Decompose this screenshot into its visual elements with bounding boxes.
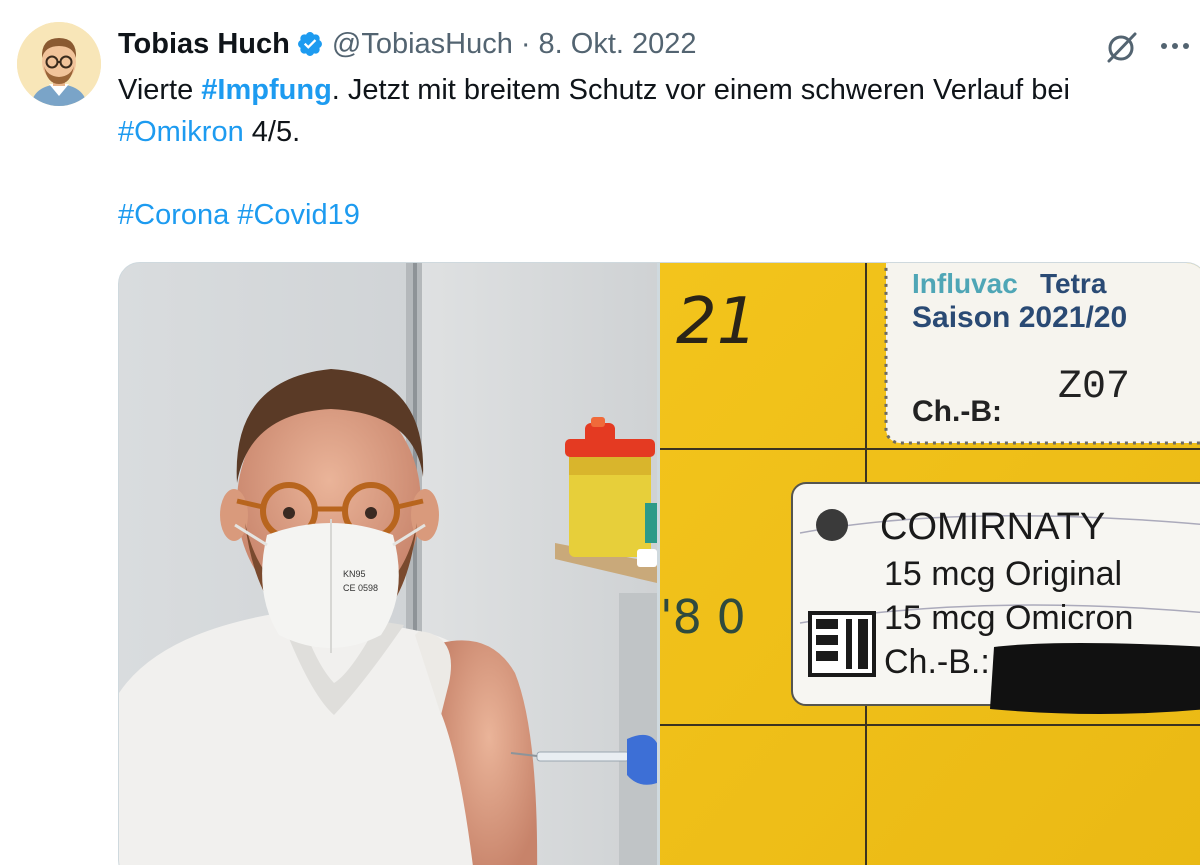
handwritten-number-top: 21 [676, 285, 757, 359]
author-name[interactable]: Tobias Huch [118, 28, 290, 61]
verified-badge-icon [296, 30, 324, 58]
tweet-text: Vierte #Impfung. Jetzt mit breitem Schut… [118, 70, 1188, 236]
tweet-header: Tobias Huch @TobiasHuch · 8. Okt. 2022 [118, 24, 697, 64]
influvac-brand: Influvac [912, 268, 1018, 299]
influvac-tetra: Tetra [1040, 268, 1107, 299]
tweet-text-line-1: Vierte #Impfung. Jetzt mit breitem Schut… [118, 70, 1188, 112]
author-handle[interactable]: @TobiasHuch [332, 28, 513, 61]
hashtag-omikron[interactable]: #Omikron [118, 116, 244, 148]
more-icon[interactable] [1150, 26, 1194, 66]
text-segment: . Jetzt mit breitem Schutz vor einem sch… [331, 74, 1070, 106]
text-segment: 4/5. [243, 115, 301, 148]
comirnaty-line-2: 15 mcg Omicron [884, 599, 1133, 637]
hashtag-corona[interactable]: #Corona [118, 199, 229, 231]
mask-print-2: CE 0598 [343, 583, 378, 593]
tweet: Tobias Huch @TobiasHuch · 8. Okt. 2022 V… [0, 0, 1200, 865]
redaction-blackout [990, 643, 1200, 714]
author-avatar[interactable] [17, 22, 101, 106]
influvac-batch-label: Ch.-B: [912, 395, 1002, 428]
influvac-batch-value: Z07 [1058, 365, 1130, 410]
mask-print-1: KN95 [343, 569, 366, 579]
header-separator: · [520, 27, 531, 60]
influvac-season: Saison 2021/20 [912, 301, 1127, 334]
hashtag-covid19[interactable]: #Covid19 [237, 199, 360, 231]
tweet-timestamp[interactable]: 8. Okt. 2022 [539, 28, 697, 61]
comirnaty-line-1: 15 mcg Original [884, 555, 1122, 593]
tweet-media: KN95 CE 0598 21 '8 0 Influvac Tetra Sais… [118, 262, 1200, 865]
comirnaty-batch-label: Ch.-B.: [884, 643, 990, 681]
handwritten-number-side: '8 0 [660, 590, 746, 644]
photo-vaccination-card[interactable]: 21 '8 0 Influvac Tetra Saison 2021/20 Ch… [660, 263, 1200, 865]
text-segment: Vierte [118, 74, 202, 106]
tweet-text-line-2: #Omikron 4/5. [118, 112, 1188, 154]
photo-vaccination[interactable]: KN95 CE 0598 [119, 263, 657, 865]
comirnaty-brand: COMIRNATY [880, 506, 1105, 548]
hashtag-impfung[interactable]: #Impfung [201, 74, 332, 106]
cartoon-avatar-icon [17, 22, 101, 106]
tweet-text-line-4: #Corona #Covid19 [118, 195, 1188, 237]
grok-icon[interactable] [1102, 27, 1142, 67]
